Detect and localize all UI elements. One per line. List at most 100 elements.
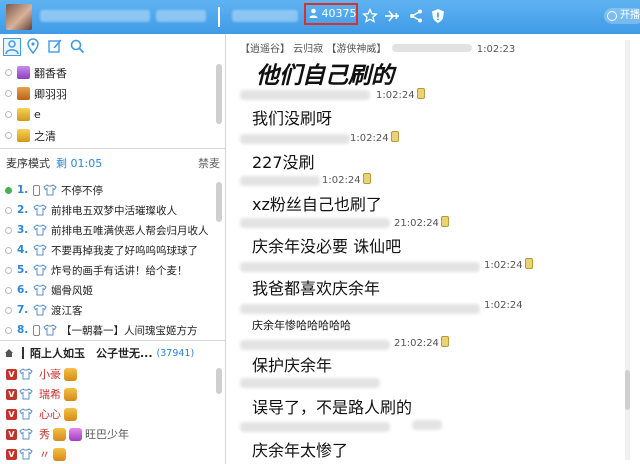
queue-item[interactable]: 3. 前排电五唯满侠恶人帮会归月收人: [0, 220, 214, 240]
follow-button[interactable]: 开播: [604, 8, 640, 24]
shirt-icon: [33, 224, 47, 236]
timestamp: 1:02:24: [322, 175, 361, 186]
fans-scrollbar[interactable]: [216, 368, 222, 394]
queue-name: 炸号的画手有话讲！给个麦！: [51, 264, 188, 277]
phone-icon: [440, 216, 449, 227]
tab-edit[interactable]: [47, 38, 65, 56]
share-icon[interactable]: [408, 8, 424, 24]
medal-icon: [64, 387, 77, 401]
shield-icon[interactable]: [430, 8, 446, 24]
queue-scrollbar[interactable]: [216, 182, 222, 222]
sender-name: 【逍遥谷】 云归寂 【游侠神威】: [240, 44, 387, 55]
status-dot: [5, 69, 12, 76]
phone-icon: [524, 258, 533, 269]
queue-item[interactable]: 5. 炸号的画手有话讲！给个麦！: [0, 260, 214, 280]
plane-icon[interactable]: [384, 8, 400, 24]
queue-number: 2.: [17, 204, 29, 216]
queue-number: 4.: [17, 244, 29, 256]
queue-name: 不要再掉我麦了好呜呜呜球球了: [51, 244, 198, 257]
chat-scrollbar-thumb[interactable]: [625, 370, 630, 410]
phone-icon: [440, 336, 449, 347]
edit-icon: [48, 39, 62, 53]
blurred-sender: [240, 422, 390, 432]
channel-avatar[interactable]: [6, 4, 32, 30]
queue-name: 媚骨风姬: [51, 284, 93, 297]
phone-icon: [416, 88, 425, 99]
vip-list-scrollbar[interactable]: [216, 64, 222, 124]
list-item[interactable]: V 瑞希: [0, 384, 226, 404]
status-dot: [5, 111, 12, 118]
ban-mic-button[interactable]: 禁麦: [198, 155, 220, 171]
noble-badge-icon: [17, 108, 30, 121]
chat-message-meta: 21:02:24: [394, 336, 449, 349]
timestamp: 21:02:24: [394, 338, 439, 349]
status-dot: [5, 326, 12, 334]
list-item[interactable]: V 心心: [0, 404, 226, 424]
member-name: 卿羽羽: [34, 87, 67, 101]
fan-club-header: 陌上人如玉 公子世无... (37941): [0, 342, 226, 364]
location-icon: [27, 38, 39, 55]
queue-item[interactable]: 6. 媚骨风姬: [0, 280, 214, 300]
queue-item[interactable]: 2. 前排电五双梦中活璀璨收人: [0, 200, 214, 220]
list-item[interactable]: 翻香香: [0, 62, 214, 83]
mic-queue-list: 1. 不停不停 2. 前排电五双梦中活璀璨收人 3. 前排电五唯满侠恶人帮会归月…: [0, 180, 214, 340]
chat-message-text: 227没刷: [252, 153, 315, 172]
mic-queue-header: 麦序模式 剩 01:05 禁麦: [6, 155, 220, 171]
viewer-count-box: 40375: [304, 3, 358, 25]
viewer-count: 40375: [321, 7, 357, 20]
tab-members[interactable]: [3, 38, 21, 56]
tab-location[interactable]: [25, 38, 43, 56]
timestamp: 21:02:24: [394, 218, 439, 229]
left-tab-bar: [0, 34, 226, 60]
vip-member-list: 翻香香 卿羽羽 e 之清: [0, 62, 214, 146]
phone-icon: [390, 131, 399, 142]
v-badge-icon: V: [6, 368, 17, 380]
list-item[interactable]: V 〃: [0, 444, 226, 464]
chat-message-meta: 1:02:24: [350, 131, 399, 144]
queue-item[interactable]: 7. 渡江客: [0, 300, 214, 320]
queue-name: 渡江客: [51, 304, 83, 317]
shirt-icon: [33, 284, 47, 296]
blurred-channel-name: [40, 10, 150, 22]
chat-scrollbar[interactable]: [625, 40, 630, 460]
queue-item[interactable]: 1. 不停不停: [0, 180, 214, 200]
medal-icon: [64, 367, 77, 381]
medal-icon: [64, 407, 77, 421]
list-item[interactable]: V 秀 旺巴少年: [0, 424, 226, 444]
member-name: 翻香香: [34, 66, 67, 80]
chat-message-text: 庆余年没必要 诛仙吧: [252, 237, 402, 256]
blurred-sender: [240, 218, 390, 228]
queue-name: 不停不停: [61, 184, 103, 197]
status-dot: [5, 206, 12, 214]
shirt-icon: [19, 388, 33, 400]
blurred-room-title: [232, 10, 298, 22]
chat-message-meta: 【逍遥谷】 云归寂 【游侠神威】 1:02:23: [240, 40, 515, 55]
shirt-icon: [33, 264, 47, 276]
fan-name: 〃: [39, 448, 50, 461]
list-item[interactable]: 之清: [0, 125, 214, 146]
list-item[interactable]: 卿羽羽: [0, 83, 214, 104]
shirt-icon: [19, 428, 33, 440]
divider-bar: [22, 347, 24, 359]
list-item[interactable]: V 小豪: [0, 364, 226, 384]
chat-panel: 【逍遥谷】 云归寂 【游侠神威】 1:02:23 他们自己刷的 1:02:24 …: [226, 34, 640, 464]
status-dot: [5, 306, 12, 314]
timestamp: 1:02:24: [484, 260, 523, 271]
timestamp: 1:02:24: [484, 300, 523, 311]
queue-item[interactable]: 4. 不要再掉我麦了好呜呜呜球球了: [0, 240, 214, 260]
blurred-sender: [391, 44, 472, 52]
chat-message-text: 保护庆余年: [252, 356, 333, 375]
v-badge-icon: V: [6, 448, 17, 460]
star-icon[interactable]: [362, 8, 378, 24]
tab-search[interactable]: [69, 38, 87, 56]
shirt-icon: [33, 204, 47, 216]
queue-name: 前排电五唯满侠恶人帮会归月收人: [51, 224, 209, 237]
home-icon: [5, 349, 13, 357]
queue-item[interactable]: 8. 【一朝暮一】人间瑰宝姬方方: [0, 320, 214, 340]
medal-icon: [53, 447, 66, 461]
list-item[interactable]: e: [0, 104, 214, 125]
queue-number: 6.: [17, 284, 29, 296]
blurred-sender: [240, 378, 380, 388]
v-badge-icon: V: [6, 428, 17, 440]
status-dot: [5, 90, 12, 97]
